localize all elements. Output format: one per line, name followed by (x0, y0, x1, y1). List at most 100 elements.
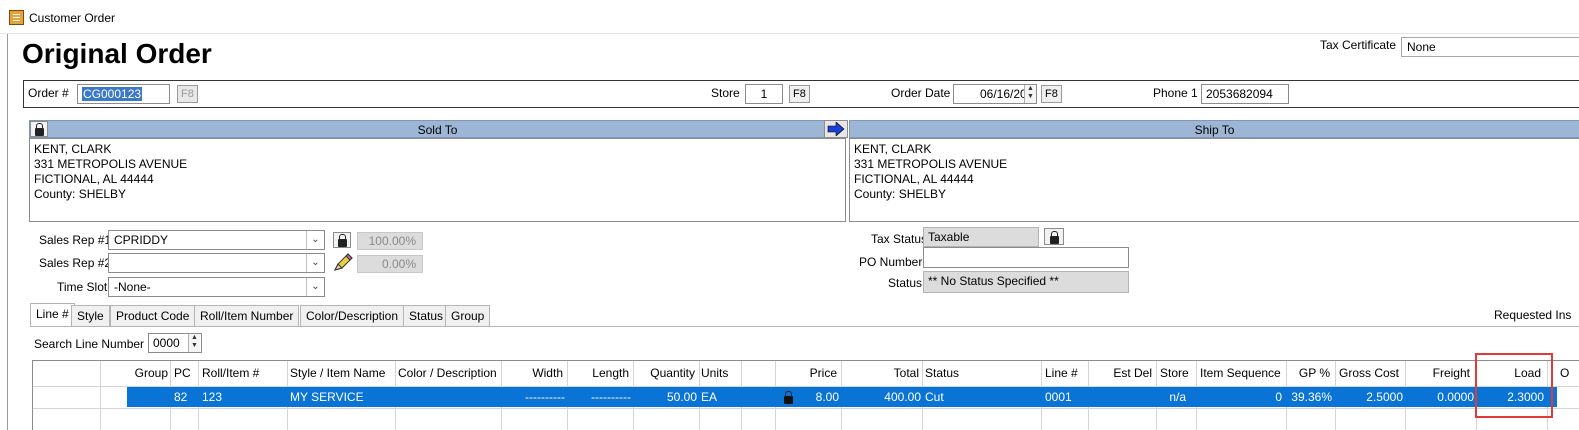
search-line-spinner[interactable]: ▲ ▼ (188, 334, 200, 352)
phone-field[interactable]: 2053682094 (1201, 84, 1289, 104)
cell-length[interactable]: ---------- (569, 390, 631, 404)
col-header-overflow[interactable]: O (1560, 361, 1569, 385)
tax-status-lock-icon[interactable] (1044, 228, 1064, 245)
chevron-down-icon: ⌄ (306, 231, 324, 249)
search-line-label: Search Line Number (34, 337, 145, 351)
cell-style-item-name[interactable]: MY SERVICE (290, 390, 364, 404)
search-line-value: 0000 (153, 336, 180, 350)
order-date-label: Order Date (891, 86, 951, 100)
chevron-down-icon: ⌄ (306, 278, 324, 296)
tab-product-code[interactable]: Product Code (110, 305, 196, 327)
cell-quantity[interactable]: 50.00 (635, 390, 697, 404)
order-number-label: Order # (28, 86, 69, 100)
col-header-price[interactable]: Price (777, 361, 837, 385)
grid-row-divider (33, 408, 1579, 409)
sales-rep-2-label: Sales Rep #2 (39, 256, 112, 270)
cell-status[interactable]: Cut (925, 390, 944, 404)
col-header-style-item-name[interactable]: Style / Item Name (290, 361, 385, 385)
store-f8-button[interactable]: F8 (789, 85, 810, 103)
ship-to-header: Ship To (849, 120, 1579, 138)
col-header-length[interactable]: Length (569, 361, 629, 385)
time-slot-value: -None- (114, 280, 151, 294)
ship-to-header-label: Ship To (1194, 123, 1235, 137)
col-header-group[interactable]: Group (104, 361, 168, 385)
window-titlebar (0, 0, 1579, 34)
col-header-pc[interactable]: PC (174, 361, 191, 385)
ship-to-address[interactable]: KENT, CLARK 331 METROPOLIS AVENUE FICTIO… (849, 138, 1579, 222)
cell-pc[interactable]: 82 (174, 390, 187, 404)
cell-width[interactable]: ---------- (503, 390, 565, 404)
window-title: Customer Order (29, 11, 116, 25)
col-header-quantity[interactable]: Quantity (635, 361, 695, 385)
cell-item-sequence[interactable]: 0 (1198, 390, 1282, 404)
sales-rep-1-percent: 100.00% (357, 232, 423, 250)
col-header-width[interactable]: Width (503, 361, 563, 385)
ship-to-line-2: 331 METROPOLIS AVENUE (854, 157, 1008, 171)
col-header-line-number[interactable]: Line # (1045, 361, 1078, 385)
col-header-store[interactable]: Store (1160, 361, 1189, 385)
status-label: Status (888, 276, 923, 290)
store-label: Store (711, 86, 740, 100)
phone-label: Phone 1 (1153, 86, 1198, 100)
tax-status-label: Tax Status (871, 232, 928, 246)
cell-total[interactable]: 400.00 (843, 390, 921, 404)
sold-to-line-4: County: SHELBY (34, 187, 127, 201)
order-date-value: 06/16/20 (980, 87, 1027, 101)
requested-instructions-label: Requested Ins (1494, 308, 1572, 322)
sold-to-line-1: KENT, CLARK (34, 142, 112, 156)
tab-style[interactable]: Style (71, 305, 110, 327)
copy-to-ship-arrow-icon[interactable] (824, 120, 848, 138)
order-number-field[interactable]: CG000123 (77, 84, 170, 104)
sold-to-header: Sold To (29, 120, 846, 138)
cell-line-number[interactable]: 0001 (1045, 390, 1072, 404)
tab-color-description[interactable]: Color/Description (300, 305, 405, 327)
col-header-gross-cost[interactable]: Gross Cost (1337, 361, 1399, 385)
tab-divider (30, 326, 1579, 327)
sales-rep-2-select[interactable]: ⌄ (108, 253, 325, 273)
col-header-gp-percent[interactable]: GP % (1288, 361, 1330, 385)
sales-rep-2-percent: 0.00% (357, 255, 423, 273)
order-date-spinner[interactable]: ▲ ▼ (1024, 85, 1036, 103)
cell-freight[interactable]: 0.0000 (1407, 390, 1474, 404)
cell-gross-cost[interactable]: 2.5000 (1337, 390, 1403, 404)
pencil-edit-icon[interactable] (332, 253, 354, 273)
col-header-total[interactable]: Total (843, 361, 919, 385)
time-slot-select[interactable]: -None- ⌄ (108, 277, 325, 297)
col-header-freight[interactable]: Freight (1407, 361, 1470, 385)
order-number-value: CG000123 (82, 87, 143, 101)
sold-to-address[interactable]: KENT, CLARK 331 METROPOLIS AVENUE FICTIO… (29, 138, 846, 222)
col-header-est-del[interactable]: Est Del (1090, 361, 1152, 385)
tax-certificate-field[interactable]: None (1401, 37, 1579, 57)
sales-rep-1-value: CPRIDDY (114, 233, 169, 247)
sold-to-line-2: 331 METROPOLIS AVENUE (34, 157, 188, 171)
order-f8-button[interactable]: F8 (177, 85, 198, 103)
sold-to-lock-icon[interactable] (30, 121, 48, 137)
sales-rep-1-select[interactable]: CPRIDDY ⌄ (108, 230, 325, 250)
tab-group[interactable]: Group (445, 305, 491, 327)
po-number-label: PO Number (859, 255, 923, 269)
cell-units[interactable]: EA (701, 390, 717, 404)
tab-roll-item-number[interactable]: Roll/Item Number (194, 305, 300, 327)
tab-status[interactable]: Status (403, 305, 450, 327)
cell-roll-item[interactable]: 123 (202, 390, 222, 404)
col-header-color-description[interactable]: Color / Description (398, 361, 497, 385)
po-number-field[interactable] (923, 247, 1129, 268)
date-f8-button[interactable]: F8 (1041, 85, 1062, 103)
tax-certificate-label: Tax Certificate (1320, 38, 1397, 52)
col-header-status[interactable]: Status (925, 361, 959, 385)
store-field[interactable]: 1 (745, 84, 783, 104)
ship-to-line-1: KENT, CLARK (854, 142, 932, 156)
sales-rep-lock-icon[interactable] (333, 232, 351, 248)
sold-to-line-3: FICTIONAL, AL 44444 (34, 172, 154, 186)
app-notepad-icon (9, 10, 24, 25)
sold-to-header-label: Sold To (417, 123, 458, 137)
cell-gp-percent[interactable]: 39.36% (1288, 390, 1332, 404)
col-header-units[interactable]: Units (701, 361, 728, 385)
col-header-item-sequence[interactable]: Item Sequence (1200, 361, 1281, 385)
ship-to-line-3: FICTIONAL, AL 44444 (854, 172, 974, 186)
cell-price[interactable]: 8.00 (777, 390, 839, 404)
cell-store[interactable]: n/a (1158, 390, 1186, 404)
tax-status-field: Taxable (923, 227, 1039, 247)
tab-line-number[interactable]: Line # (30, 303, 75, 327)
col-header-roll-item[interactable]: Roll/Item # (202, 361, 259, 385)
